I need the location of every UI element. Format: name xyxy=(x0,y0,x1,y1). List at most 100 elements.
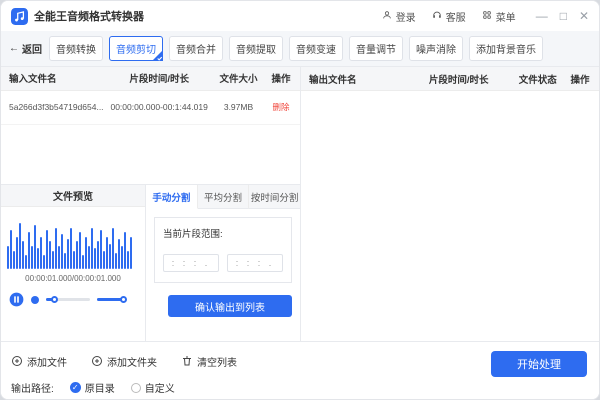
waveform-bar xyxy=(70,228,72,269)
output-table-header: 输出文件名片段时间/时长文件状态操作 xyxy=(301,67,599,91)
waveform-bar xyxy=(31,246,33,269)
radio-custom-directory[interactable]: 自定义 xyxy=(131,380,175,395)
waveform-bar xyxy=(58,246,60,269)
pause-button[interactable] xyxy=(9,292,24,307)
toolbar-tab-音频转换[interactable]: 音频转换 xyxy=(49,36,103,61)
split-tab-按时间分割[interactable]: 按时间分割 xyxy=(249,185,300,209)
close-button[interactable]: ✕ xyxy=(579,10,589,22)
add-folder-button[interactable]: 添加文件夹 xyxy=(91,354,157,369)
login-button[interactable]: 登录 xyxy=(382,9,416,24)
app-logo-icon xyxy=(11,8,28,25)
toolbar-tab-音频剪切[interactable]: 音频剪切 xyxy=(109,36,163,61)
output-path-row: 输出路径: ✓ 原目录 自定义 xyxy=(11,380,589,395)
waveform-bar xyxy=(79,232,81,269)
split-panel: 手动分割平均分割按时间分割 当前片段范围: : : : .: : : . 确认输… xyxy=(146,185,300,341)
toolbar-tab-噪声消除[interactable]: 噪声消除 xyxy=(409,36,463,61)
waveform-bar xyxy=(109,244,111,269)
column-header: 输出文件名 xyxy=(301,72,405,86)
clear-list-button[interactable]: 清空列表 xyxy=(181,354,237,369)
column-header: 片段时间/时长 xyxy=(105,71,213,85)
waveform-bar xyxy=(43,255,45,269)
input-table-body: 5a266d3f3b54719d654...00:00:00.000-00:1:… xyxy=(1,91,300,184)
waveform-bar xyxy=(85,237,87,269)
column-header: 文件状态 xyxy=(512,72,563,86)
table-row[interactable]: 5a266d3f3b54719d654...00:00:00.000-00:1:… xyxy=(1,91,300,125)
volume-slider-handle[interactable] xyxy=(120,296,127,303)
radio-original-label: 原目录 xyxy=(85,380,115,395)
segment-time-cell: 00:00:00.000-00:1:44.019 xyxy=(105,102,213,112)
waveform-bar xyxy=(130,237,132,269)
time-range-input[interactable]: : : : . xyxy=(227,254,283,272)
function-tabs: 音频转换音频剪切音频合并音频提取音频变速音量调节噪声消除添加背景音乐 xyxy=(49,36,543,61)
waveform-bar xyxy=(67,239,69,269)
radio-custom-label: 自定义 xyxy=(145,380,175,395)
waveform-bar xyxy=(28,232,30,269)
window-controls: — □ ✕ xyxy=(536,10,589,22)
radio-checked-icon: ✓ xyxy=(70,382,81,393)
waveform-bar xyxy=(10,230,12,269)
waveform-bar xyxy=(13,251,15,269)
waveform-bar xyxy=(61,234,63,269)
toolbar-tab-添加背景音乐[interactable]: 添加背景音乐 xyxy=(469,36,543,61)
trash-icon xyxy=(181,355,193,367)
circle-plus-icon xyxy=(11,355,23,367)
output-table-body xyxy=(301,91,599,341)
back-button[interactable]: ← 返回 xyxy=(9,41,42,56)
preview-title: 文件预览 xyxy=(1,185,145,207)
main-area: 输入文件名片段时间/时长文件大小操作 5a266d3f3b54719d654..… xyxy=(1,67,599,341)
seek-slider-handle[interactable] xyxy=(51,296,58,303)
waveform-bar xyxy=(73,251,75,269)
split-tab-平均分割[interactable]: 平均分割 xyxy=(198,185,250,209)
waveform-bar xyxy=(91,228,93,269)
add-file-button[interactable]: 添加文件 xyxy=(11,354,67,369)
waveform-bar xyxy=(7,246,9,269)
file-name-cell: 5a266d3f3b54719d654... xyxy=(1,102,105,112)
split-range-box: 当前片段范围: : : : .: : : . xyxy=(154,217,292,283)
customer-service-button[interactable]: 客服 xyxy=(432,9,466,24)
menu-label: 菜单 xyxy=(496,9,516,24)
toolbar-tab-音频变速[interactable]: 音频变速 xyxy=(289,36,343,61)
toolbar-tab-音频提取[interactable]: 音频提取 xyxy=(229,36,283,61)
radio-original-directory[interactable]: ✓ 原目录 xyxy=(70,380,115,395)
waveform-bar xyxy=(115,253,117,269)
split-tab-手动分割[interactable]: 手动分割 xyxy=(146,185,198,209)
time-range-input[interactable]: : : : . xyxy=(163,254,219,272)
clear-list-label: 清空列表 xyxy=(197,354,237,369)
volume-slider[interactable] xyxy=(97,298,127,301)
file-preview-panel: 文件预览 00:00:01.000/00:00:01.000 xyxy=(1,185,146,341)
waveform-bar xyxy=(52,251,54,269)
back-arrow-icon: ← xyxy=(9,43,19,54)
audio-waveform[interactable] xyxy=(1,207,145,269)
confirm-output-button[interactable]: 确认输出到列表 xyxy=(168,295,292,317)
seek-handle-icon[interactable] xyxy=(31,296,39,304)
app-window: 全能王音频格式转换器 登录 客服 菜单 — □ ✕ ← xyxy=(0,0,600,400)
waveform-bar xyxy=(55,228,57,269)
bottom-bar: 添加文件 添加文件夹 清空列表 开始处理 输出路径: ✓ 原目录 自定义 xyxy=(1,341,599,399)
waveform-bar xyxy=(49,241,51,269)
column-header: 文件大小 xyxy=(213,71,264,85)
title-left: 全能王音频格式转换器 xyxy=(11,8,144,25)
service-label: 客服 xyxy=(446,9,466,24)
waveform-bar xyxy=(103,251,105,269)
time-fields: : : : . : : : . xyxy=(163,254,283,272)
title-bar: 全能王音频格式转换器 登录 客服 菜单 — □ ✕ xyxy=(1,1,599,31)
waveform-bar xyxy=(34,225,36,269)
waveform-bar xyxy=(25,255,27,269)
menu-button[interactable]: 菜单 xyxy=(482,9,516,24)
column-header: 输入文件名 xyxy=(1,71,105,85)
toolbar-tab-音频合并[interactable]: 音频合并 xyxy=(169,36,223,61)
column-header: 操作 xyxy=(563,72,599,86)
waveform-bar xyxy=(97,241,99,269)
add-folder-label: 添加文件夹 xyxy=(107,354,157,369)
radio-unchecked-icon xyxy=(131,383,141,393)
input-table-header: 输入文件名片段时间/时长文件大小操作 xyxy=(1,67,300,91)
user-icon xyxy=(382,10,392,23)
column-header: 片段时间/时长 xyxy=(405,72,512,86)
delete-button[interactable]: 删除 xyxy=(272,102,289,112)
start-processing-button[interactable]: 开始处理 xyxy=(491,351,587,377)
toolbar-tab-音量调节[interactable]: 音量调节 xyxy=(349,36,403,61)
seek-slider[interactable] xyxy=(46,298,90,301)
active-check-icon xyxy=(152,50,163,61)
minimize-button[interactable]: — xyxy=(536,10,548,22)
maximize-button[interactable]: □ xyxy=(560,10,567,22)
